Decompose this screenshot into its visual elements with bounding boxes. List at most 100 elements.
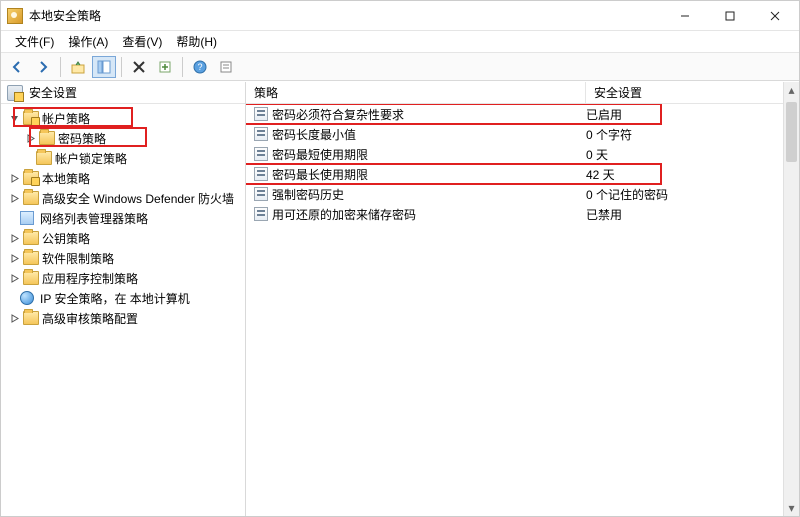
expander-collapse-icon[interactable] bbox=[8, 112, 20, 124]
policy-setting: 已禁用 bbox=[586, 206, 799, 223]
app-icon bbox=[7, 8, 23, 24]
policy-row[interactable]: 强制密码历史 0 个记住的密码 bbox=[246, 184, 799, 204]
tree-node-software-restriction[interactable]: 软件限制策略 bbox=[1, 248, 245, 268]
maximize-button[interactable] bbox=[707, 2, 752, 30]
help-button[interactable]: ? bbox=[188, 56, 212, 78]
policy-icon bbox=[254, 207, 268, 221]
menu-action[interactable]: 操作(A) bbox=[62, 31, 114, 52]
tree-label: 高级安全 Windows Defender 防火墙 bbox=[42, 190, 234, 207]
policy-row[interactable]: 密码最长使用期限 42 天 bbox=[246, 164, 799, 184]
globe-icon bbox=[20, 291, 34, 305]
expander-expand-icon[interactable] bbox=[8, 232, 20, 244]
tree[interactable]: 帐户策略 密码策略 帐户锁定策略 本地策略 bbox=[1, 104, 245, 332]
tree-node-local-policies[interactable]: 本地策略 bbox=[1, 168, 245, 188]
tree-label: 本地策略 bbox=[42, 170, 90, 187]
vertical-scrollbar[interactable]: ▴ ▾ bbox=[783, 82, 799, 516]
policy-icon bbox=[254, 127, 268, 141]
policy-name: 密码必须符合复杂性要求 bbox=[272, 106, 404, 123]
folder-icon bbox=[23, 111, 39, 125]
folder-icon bbox=[39, 131, 55, 145]
folder-icon bbox=[23, 231, 39, 245]
show-tree-button[interactable] bbox=[92, 56, 116, 78]
policy-icon bbox=[254, 167, 268, 181]
policy-setting: 0 天 bbox=[586, 146, 799, 163]
back-button[interactable] bbox=[5, 56, 29, 78]
menu-view[interactable]: 查看(V) bbox=[116, 31, 168, 52]
policy-name: 用可还原的加密来储存密码 bbox=[272, 206, 416, 223]
folder-icon bbox=[36, 151, 52, 165]
menu-bar: 文件(F) 操作(A) 查看(V) 帮助(H) bbox=[1, 31, 799, 53]
scroll-thumb[interactable] bbox=[786, 102, 797, 162]
main-split: 安全设置 帐户策略 密码策略 bbox=[1, 81, 799, 516]
expander-expand-icon[interactable] bbox=[8, 172, 20, 184]
close-button[interactable] bbox=[752, 2, 797, 30]
column-header-setting[interactable]: 安全设置 bbox=[586, 82, 799, 103]
tree-label: 密码策略 bbox=[58, 130, 106, 147]
tree-node-network-list-manager[interactable]: 网络列表管理器策略 bbox=[1, 208, 245, 228]
scroll-up-icon[interactable]: ▴ bbox=[784, 82, 799, 98]
tree-header-label: 安全设置 bbox=[29, 84, 77, 101]
tree-node-public-key-policies[interactable]: 公钥策略 bbox=[1, 228, 245, 248]
expander-expand-icon[interactable] bbox=[24, 132, 36, 144]
policy-icon bbox=[254, 187, 268, 201]
tree-label: 高级审核策略配置 bbox=[42, 310, 138, 327]
tree-pane: 安全设置 帐户策略 密码策略 bbox=[1, 82, 246, 516]
menu-help[interactable]: 帮助(H) bbox=[170, 31, 223, 52]
expander-expand-icon[interactable] bbox=[8, 312, 20, 324]
policy-name: 强制密码历史 bbox=[272, 186, 344, 203]
list-body: 密码必须符合复杂性要求 已启用 密码长度最小值 0 个字符 密码最短使用期限 0… bbox=[246, 104, 799, 516]
list-header: 策略 安全设置 bbox=[246, 82, 799, 104]
menu-file[interactable]: 文件(F) bbox=[9, 31, 60, 52]
list-pane: 策略 安全设置 密码必须符合复杂性要求 已启用 密码长度最小值 0 个字符 密码… bbox=[246, 82, 799, 516]
tree-node-advanced-audit[interactable]: 高级审核策略配置 bbox=[1, 308, 245, 328]
forward-button[interactable] bbox=[31, 56, 55, 78]
policy-row[interactable]: 密码最短使用期限 0 天 bbox=[246, 144, 799, 164]
title-bar: 本地安全策略 bbox=[1, 1, 799, 31]
tree-node-password-policy[interactable]: 密码策略 bbox=[1, 128, 245, 148]
folder-icon bbox=[23, 171, 39, 185]
policy-setting: 0 个记住的密码 bbox=[586, 186, 799, 203]
tree-label: 帐户锁定策略 bbox=[55, 150, 127, 167]
export-button[interactable] bbox=[153, 56, 177, 78]
policy-name: 密码长度最小值 bbox=[272, 126, 356, 143]
expander-expand-icon[interactable] bbox=[8, 192, 20, 204]
policy-row[interactable]: 密码必须符合复杂性要求 已启用 bbox=[246, 104, 799, 124]
policy-icon bbox=[254, 107, 268, 121]
folder-icon bbox=[23, 311, 39, 325]
policy-row[interactable]: 用可还原的加密来储存密码 已禁用 bbox=[246, 204, 799, 224]
column-header-policy[interactable]: 策略 bbox=[246, 82, 586, 103]
tree-label: 应用程序控制策略 bbox=[42, 270, 138, 287]
tree-label: 公钥策略 bbox=[42, 230, 90, 247]
policy-setting: 已启用 bbox=[586, 106, 799, 123]
toolbar: ? bbox=[1, 53, 799, 81]
tree-label: 帐户策略 bbox=[42, 110, 90, 127]
svg-text:?: ? bbox=[197, 62, 202, 72]
security-settings-icon bbox=[7, 85, 23, 101]
expander-expand-icon[interactable] bbox=[8, 252, 20, 264]
policy-name: 密码最长使用期限 bbox=[272, 166, 368, 183]
policy-name: 密码最短使用期限 bbox=[272, 146, 368, 163]
tree-label: IP 安全策略，在 本地计算机 bbox=[40, 290, 190, 307]
policy-setting: 42 天 bbox=[586, 166, 799, 183]
minimize-button[interactable] bbox=[662, 2, 707, 30]
tree-node-app-control[interactable]: 应用程序控制策略 bbox=[1, 268, 245, 288]
folder-icon bbox=[23, 271, 39, 285]
policy-icon bbox=[254, 147, 268, 161]
expander-expand-icon[interactable] bbox=[8, 272, 20, 284]
folder-icon bbox=[23, 251, 39, 265]
folder-icon bbox=[23, 191, 39, 205]
up-button[interactable] bbox=[66, 56, 90, 78]
tree-node-windows-defender-firewall[interactable]: 高级安全 Windows Defender 防火墙 bbox=[1, 188, 245, 208]
delete-button[interactable] bbox=[127, 56, 151, 78]
tree-label: 网络列表管理器策略 bbox=[40, 210, 148, 227]
window-title: 本地安全策略 bbox=[29, 7, 101, 24]
tree-label: 软件限制策略 bbox=[42, 250, 114, 267]
tree-header: 安全设置 bbox=[1, 82, 245, 104]
policy-row[interactable]: 密码长度最小值 0 个字符 bbox=[246, 124, 799, 144]
scroll-down-icon[interactable]: ▾ bbox=[784, 500, 799, 516]
tree-node-account-policies[interactable]: 帐户策略 bbox=[1, 108, 245, 128]
policy-setting: 0 个字符 bbox=[586, 126, 799, 143]
properties-button[interactable] bbox=[214, 56, 238, 78]
tree-node-account-lockout-policy[interactable]: 帐户锁定策略 bbox=[1, 148, 245, 168]
tree-node-ip-security[interactable]: IP 安全策略，在 本地计算机 bbox=[1, 288, 245, 308]
